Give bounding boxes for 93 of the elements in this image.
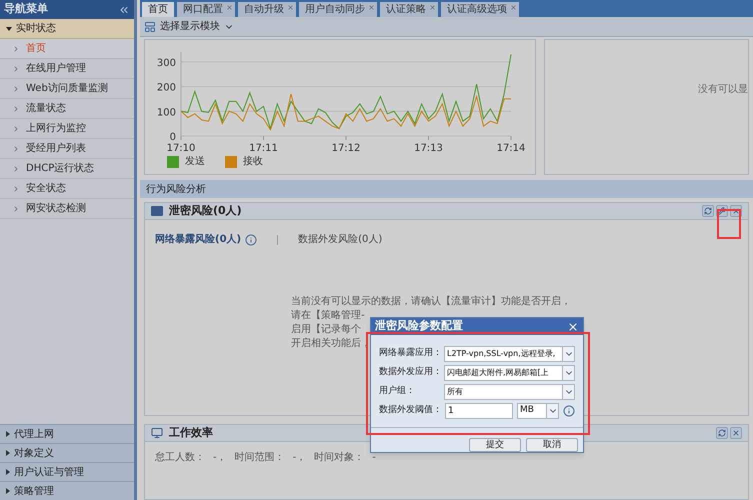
field-value: -， xyxy=(292,451,306,465)
caret-right-icon xyxy=(6,488,10,494)
sidebar-group[interactable]: 用户认证与管理 xyxy=(0,462,134,481)
highlight-frame xyxy=(717,209,741,239)
field-label: 时间范围： xyxy=(234,450,285,465)
tab[interactable]: 自动升级 xyxy=(238,2,296,17)
legend-label: 接收 xyxy=(243,154,263,169)
chevron-right-icon xyxy=(12,44,20,52)
chevron-right-icon xyxy=(12,184,20,192)
sidebar-item[interactable]: 网安状态检测 xyxy=(0,199,134,219)
legend-label: 发送 xyxy=(185,155,205,169)
dialog-title: 泄密风险参数配置 xyxy=(375,318,463,334)
panel-title: 工作效率 xyxy=(169,424,213,441)
select-field[interactable]: 所有 xyxy=(444,384,575,400)
sidebar-item[interactable]: 流量状态 xyxy=(0,99,134,119)
message-line: 启用【记录每个 xyxy=(291,323,361,337)
risk-tab[interactable]: 网络暴露风险(0人) xyxy=(155,232,242,247)
field-label: 数据外发应用： xyxy=(379,366,443,380)
close-button[interactable] xyxy=(567,320,579,332)
close-icon[interactable] xyxy=(368,4,375,11)
section-title: 行为风险分析 xyxy=(146,182,206,196)
sidebar-item[interactable]: 受经用户列表 xyxy=(0,139,134,159)
select-field[interactable]: 闪电邮超大附件,网易邮箱[上 xyxy=(444,365,575,381)
threshold-input[interactable]: 1 xyxy=(445,403,513,419)
field-label: 网络暴露应用： xyxy=(379,347,443,360)
folder-icon xyxy=(151,206,163,216)
x-tick-label: 17:13 xyxy=(414,143,443,154)
chevron-right-icon xyxy=(12,124,20,132)
info-icon[interactable] xyxy=(245,234,258,246)
sidebar-group[interactable]: 代理上网 xyxy=(0,424,134,443)
sidebar-group[interactable]: 对象定义 xyxy=(0,443,134,462)
wrench-icon xyxy=(718,207,726,215)
chevron-right-icon xyxy=(12,84,20,92)
field-value: -， xyxy=(213,451,227,465)
unit-select[interactable]: MB xyxy=(517,403,559,419)
close-button[interactable] xyxy=(730,427,742,439)
chevron-right-icon xyxy=(12,204,20,212)
tab[interactable]: 首页 xyxy=(142,2,174,17)
x-tick-label: 17:11 xyxy=(249,143,278,154)
caret-right-icon xyxy=(6,469,10,475)
tab[interactable]: 用户自动同步 xyxy=(299,2,377,17)
risk-tab[interactable]: 数据外发风险(0人) xyxy=(298,232,382,247)
module-select-button[interactable]: 选择显示模块 xyxy=(144,19,234,34)
empty-message: 没有可以显 xyxy=(698,82,748,97)
y-tick-label: 0 xyxy=(170,132,176,143)
tab[interactable]: 认证高级选项 xyxy=(441,2,519,17)
x-tick-label: 17:12 xyxy=(332,143,360,154)
sidebar-item[interactable]: 安全状态 xyxy=(0,179,134,199)
panel-title: 泄密风险(0人) xyxy=(169,202,242,219)
field-value: - xyxy=(372,451,376,465)
sidebar-group[interactable]: 策略管理 xyxy=(0,481,134,500)
y-tick-label: 100 xyxy=(156,107,176,118)
tab[interactable]: 网口配置 xyxy=(177,2,235,17)
field-label: 数据外发阈值： xyxy=(379,404,443,418)
chevron-right-icon xyxy=(12,104,20,112)
refresh-icon xyxy=(718,429,726,437)
refresh-button[interactable] xyxy=(716,427,728,439)
sidebar-item[interactable]: Web访问质量监测 xyxy=(0,79,134,99)
y-tick-label: 200 xyxy=(156,82,176,94)
chevron-right-icon xyxy=(12,144,20,152)
select-field[interactable]: L2TP-vpn,SSL-vpn,远程登录, xyxy=(444,346,575,362)
close-icon[interactable] xyxy=(226,4,233,11)
close-icon xyxy=(732,429,740,437)
caret-right-icon xyxy=(6,431,10,437)
sidebar-item[interactable]: DHCP运行状态 xyxy=(0,159,134,179)
sidebar-item[interactable]: 在线用户管理 xyxy=(0,59,134,79)
message-line: 当前没有可以显示的数据，请确认【流量审计】功能是否开启， xyxy=(291,295,571,309)
refresh-button[interactable] xyxy=(702,205,714,217)
refresh-icon xyxy=(704,207,712,215)
sidebar-title: 导航菜单 xyxy=(4,1,48,18)
field-label: 怠工人数： xyxy=(155,450,205,465)
field-label: 用户组： xyxy=(379,385,416,398)
tab[interactable]: 认证策略 xyxy=(380,2,438,17)
y-tick-label: 300 xyxy=(156,58,176,69)
x-tick-label: 17:14 xyxy=(496,143,526,154)
close-icon[interactable] xyxy=(510,4,517,11)
monitor-icon xyxy=(151,427,163,439)
close-icon[interactable] xyxy=(287,4,294,11)
sidebar-group[interactable]: 实时状态 xyxy=(0,19,134,39)
close-icon xyxy=(567,320,579,332)
window-icon xyxy=(144,20,156,32)
field-label: 时间对象： xyxy=(314,450,364,465)
chevron-right-icon xyxy=(12,64,20,72)
message-line: 请在【策略管理- xyxy=(291,309,365,323)
dialog-button[interactable]: 提交 xyxy=(469,438,521,452)
close-icon[interactable] xyxy=(429,4,436,11)
dialog-button[interactable]: 取消 xyxy=(526,438,578,452)
caret-down-icon xyxy=(6,26,12,30)
chevron-right-icon xyxy=(12,164,20,172)
info-icon[interactable] xyxy=(563,405,575,417)
caret-right-icon xyxy=(6,450,10,456)
sidebar-item[interactable]: 上网行为监控 xyxy=(0,119,134,139)
x-tick-label: 17:10 xyxy=(166,143,196,154)
